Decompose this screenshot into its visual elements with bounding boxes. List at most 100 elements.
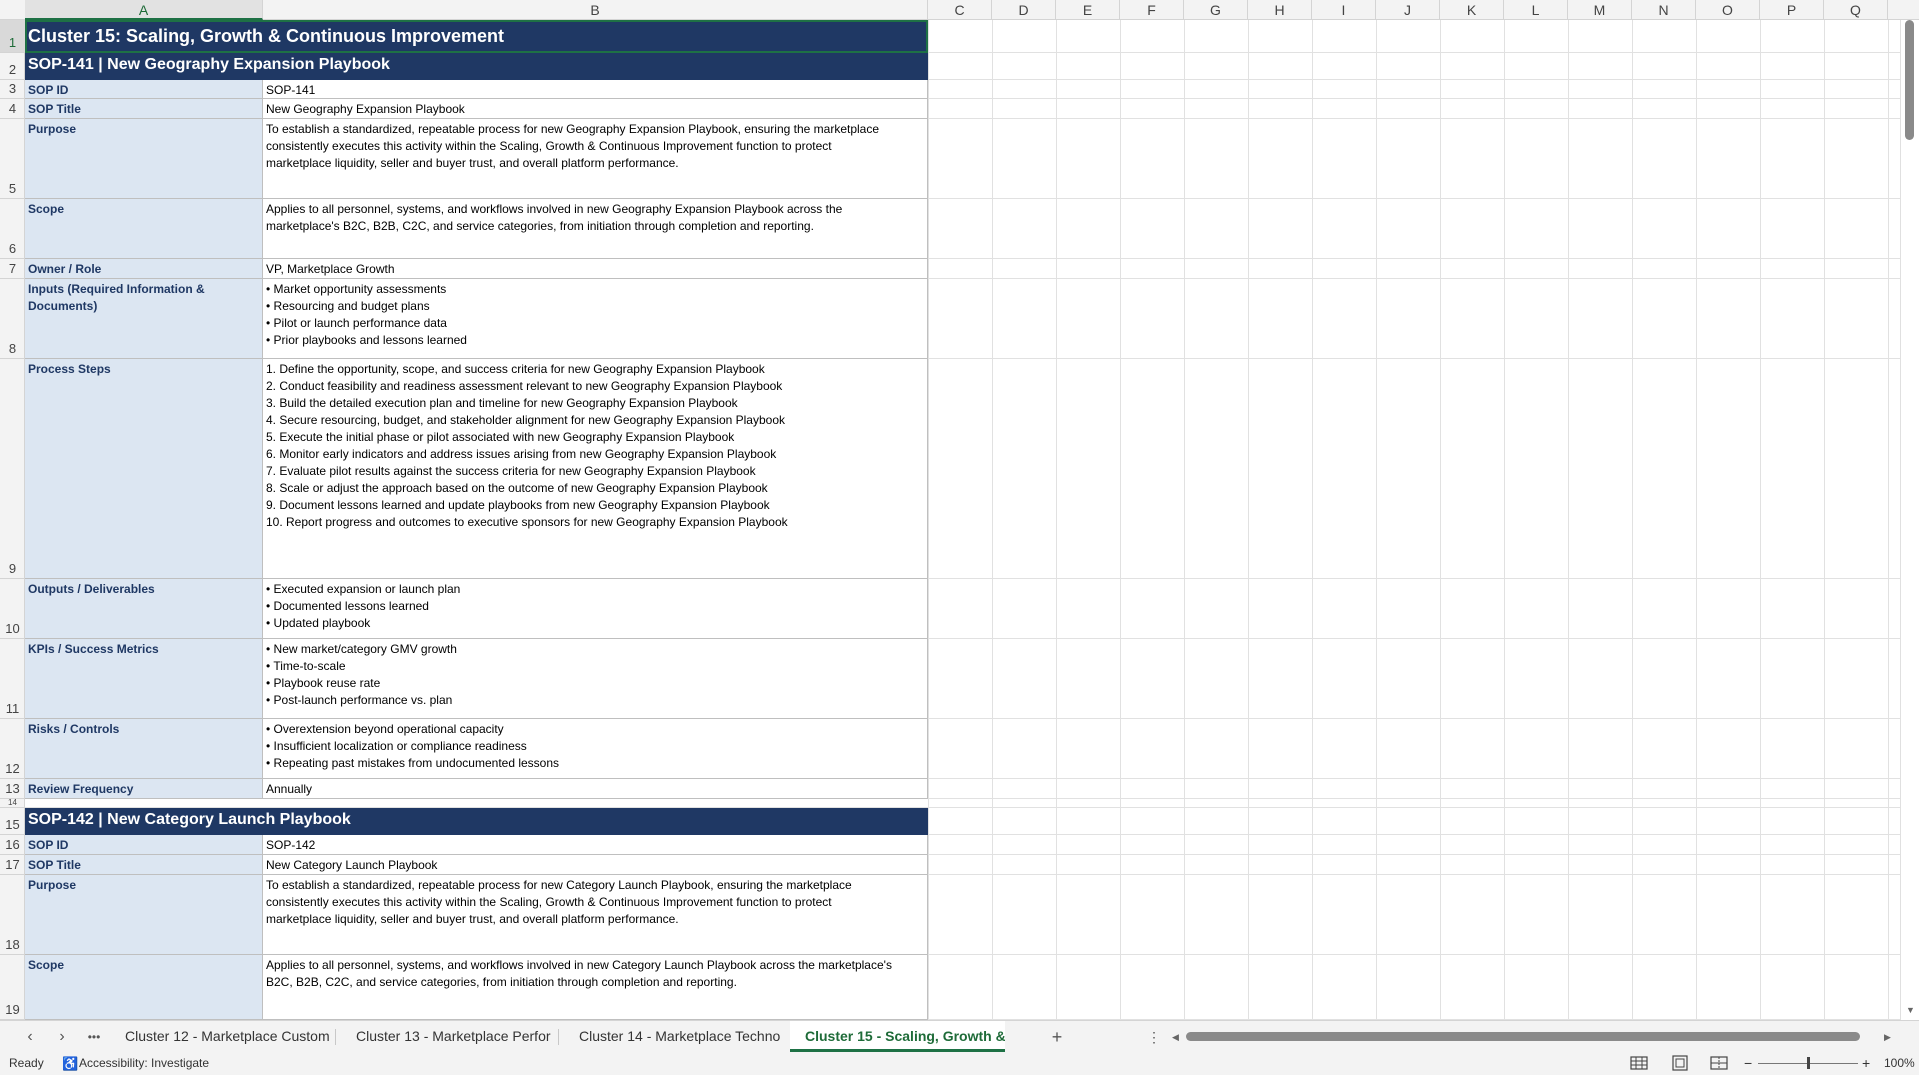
field-label-cell[interactable]: Scope (25, 955, 263, 1020)
field-value-cell[interactable]: New Geography Expansion Playbook (263, 99, 928, 119)
tab-prev-button[interactable]: ‹ (18, 1025, 42, 1049)
field-label-cell[interactable]: Risks / Controls (25, 719, 263, 779)
column-header-f[interactable]: F (1120, 0, 1184, 20)
column-header-o[interactable]: O (1696, 0, 1760, 20)
field-label-cell[interactable]: Outputs / Deliverables (25, 579, 263, 639)
row-header-5[interactable]: 5 (0, 119, 25, 199)
field-label-cell[interactable]: Review Frequency (25, 779, 263, 799)
tab-options-icon[interactable]: ⋮ (1142, 1025, 1166, 1049)
column-header-c[interactable]: C (928, 0, 992, 20)
page-layout-view-icon[interactable] (1671, 1055, 1689, 1071)
field-label-cell[interactable]: Scope (25, 199, 263, 259)
zoom-in-button[interactable]: + (1862, 1052, 1870, 1075)
column-header-a[interactable]: A (25, 0, 263, 20)
column-header-i[interactable]: I (1312, 0, 1376, 20)
row-header-15[interactable]: 15 (0, 808, 25, 835)
column-header-q[interactable]: Q (1824, 0, 1888, 20)
horizontal-scroll-thumb[interactable] (1186, 1032, 1860, 1041)
column-header-g[interactable]: G (1184, 0, 1248, 20)
column-header-l[interactable]: L (1504, 0, 1568, 20)
field-label-cell[interactable]: Owner / Role (25, 259, 263, 279)
row-header-8[interactable]: 8 (0, 279, 25, 359)
row-header-7[interactable]: 7 (0, 259, 25, 279)
field-label-cell[interactable]: SOP ID (25, 80, 263, 99)
vertical-scrollbar[interactable]: ▼ (1900, 20, 1919, 1020)
field-value-cell[interactable]: New Category Launch Playbook (263, 855, 928, 875)
row-header-19[interactable]: 19 (0, 955, 25, 1020)
add-sheet-button[interactable]: + (1045, 1025, 1069, 1049)
field-label-cell[interactable]: Purpose (25, 875, 263, 955)
sop-banner[interactable]: SOP-141 | New Geography Expansion Playbo… (25, 53, 928, 80)
field-value-cell[interactable]: Annually (263, 779, 928, 799)
scroll-down-icon[interactable]: ▼ (1906, 1005, 1915, 1015)
sheet-tab[interactable]: Cluster 13 - Marketplace Perfor (341, 1021, 556, 1052)
field-label-cell[interactable]: Purpose (25, 119, 263, 199)
gridline (1312, 20, 1313, 1020)
column-header-h[interactable]: H (1248, 0, 1312, 20)
field-value-cell[interactable]: • Market opportunity assessments • Resou… (263, 279, 928, 359)
row-header-16[interactable]: 16 (0, 835, 25, 855)
horizontal-scrollbar[interactable] (1186, 1030, 1860, 1042)
field-value-cell[interactable]: Applies to all personnel, systems, and w… (263, 199, 928, 259)
zoom-slider-thumb[interactable] (1807, 1057, 1810, 1069)
column-header-d[interactable]: D (992, 0, 1056, 20)
field-value-cell[interactable]: 1. Define the opportunity, scope, and su… (263, 359, 928, 579)
row-header-14[interactable]: 14 (0, 798, 25, 808)
tab-separator (558, 1029, 559, 1045)
row-header-11[interactable]: 11 (0, 639, 25, 719)
row-header-17[interactable]: 17 (0, 855, 25, 875)
sheet-tab[interactable]: Cluster 12 - Marketplace Custom (110, 1021, 333, 1052)
page-break-view-icon[interactable] (1710, 1055, 1728, 1071)
field-value-cell[interactable]: • Executed expansion or launch plan • Do… (263, 579, 928, 639)
row-header-9[interactable]: 9 (0, 359, 25, 579)
scroll-left-icon[interactable]: ◀ (1172, 1032, 1179, 1043)
row-header-6[interactable]: 6 (0, 199, 25, 259)
field-label-cell[interactable]: Inputs (Required Information & Documents… (25, 279, 263, 359)
row-header-2[interactable]: 2 (0, 53, 25, 80)
field-value-cell[interactable]: • Overextension beyond operational capac… (263, 719, 928, 779)
field-value-cell[interactable]: To establish a standardized, repeatable … (263, 119, 928, 199)
column-header-m[interactable]: M (1568, 0, 1632, 20)
field-label-cell[interactable]: SOP Title (25, 855, 263, 875)
vertical-scroll-thumb[interactable] (1905, 20, 1914, 140)
accessibility-status[interactable]: Accessibility: Investigate (79, 1052, 209, 1075)
row-header-10[interactable]: 10 (0, 579, 25, 639)
column-header-j[interactable]: J (1376, 0, 1440, 20)
field-value-cell[interactable]: Applies to all personnel, systems, and w… (263, 955, 928, 1020)
row-header-12[interactable]: 12 (0, 719, 25, 779)
sheet-tab[interactable]: Cluster 14 - Marketplace Techno (564, 1021, 782, 1052)
column-header-n[interactable]: N (1632, 0, 1696, 20)
zoom-level[interactable]: 100% (1884, 1052, 1915, 1075)
field-value-cell[interactable]: VP, Marketplace Growth (263, 259, 928, 279)
field-value-cell[interactable]: • New market/category GMV growth • Time-… (263, 639, 928, 719)
gridline (1696, 20, 1697, 1020)
column-header-k[interactable]: K (1440, 0, 1504, 20)
column-header-e[interactable]: E (1056, 0, 1120, 20)
column-header-p[interactable]: P (1760, 0, 1824, 20)
row-header-4[interactable]: 4 (0, 99, 25, 119)
sheet-title-cell[interactable]: Cluster 15: Scaling, Growth & Continuous… (25, 20, 928, 53)
field-label-cell[interactable]: SOP Title (25, 99, 263, 119)
row-header-13[interactable]: 13 (0, 779, 25, 799)
field-value-cell[interactable]: To establish a standardized, repeatable … (263, 875, 928, 955)
sheet-grid[interactable]: Cluster 15: Scaling, Growth & Continuous… (25, 20, 1900, 1020)
field-value-cell[interactable]: SOP-142 (263, 835, 928, 855)
field-label-cell[interactable]: KPIs / Success Metrics (25, 639, 263, 719)
gridline (1888, 20, 1889, 1020)
scroll-right-icon[interactable]: ▶ (1884, 1032, 1891, 1043)
row-header-18[interactable]: 18 (0, 875, 25, 955)
normal-view-icon[interactable] (1630, 1055, 1648, 1071)
accessibility-icon[interactable]: ♿ (62, 1052, 78, 1075)
zoom-out-button[interactable]: − (1744, 1052, 1752, 1075)
field-label-cell[interactable]: Process Steps (25, 359, 263, 579)
field-label-cell[interactable]: SOP ID (25, 835, 263, 855)
column-header-b[interactable]: B (263, 0, 928, 20)
field-value-cell[interactable]: SOP-141 (263, 80, 928, 99)
gridline (1184, 20, 1185, 1020)
sop-banner[interactable]: SOP-142 | New Category Launch Playbook (25, 808, 928, 835)
row-header-1[interactable]: 1 (0, 20, 25, 53)
row-header-3[interactable]: 3 (0, 80, 25, 99)
tab-next-button[interactable]: › (50, 1025, 74, 1049)
more-tabs-button[interactable]: ••• (82, 1025, 106, 1049)
sheet-tab[interactable]: Cluster 15 - Scaling, Growth & (790, 1021, 1005, 1052)
